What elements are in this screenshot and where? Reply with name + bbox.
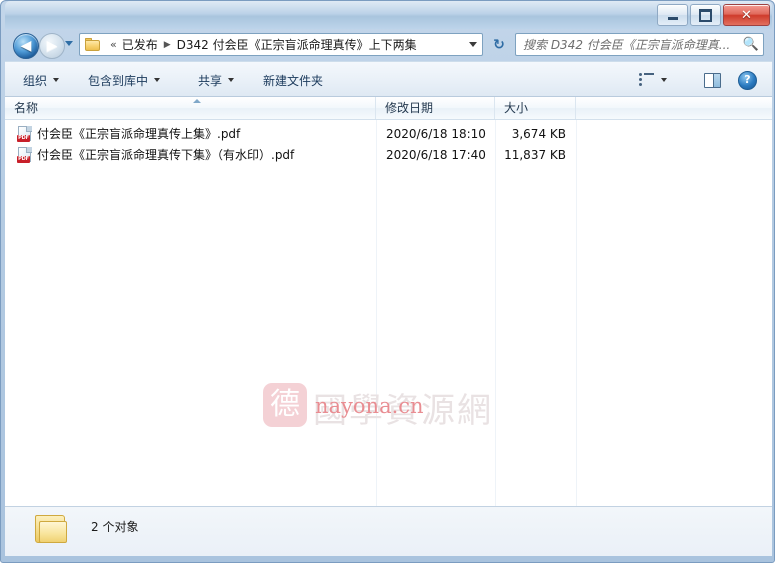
help-button[interactable]: ?: [738, 69, 757, 91]
folder-icon: [85, 37, 101, 52]
minimize-icon: [667, 16, 678, 20]
column-header-size[interactable]: 大小: [495, 97, 576, 119]
address-bar[interactable]: « 已发布 ▶ D342 付会臣《正宗盲派命理真传》上下两集: [79, 33, 483, 56]
file-name-label: 付会臣《正宗盲派命理真传上集》.pdf: [37, 127, 241, 141]
pdf-icon: PDF: [17, 146, 32, 163]
close-icon: ✕: [741, 7, 752, 23]
breadcrumb-separator-icon[interactable]: ▶: [158, 40, 177, 50]
refresh-button[interactable]: ↻: [489, 35, 509, 55]
toolbar-item-organize-label: 组织: [23, 73, 48, 88]
minimize-button[interactable]: [657, 4, 688, 26]
table-row[interactable]: PDF 付会臣《正宗盲派命理真传上集》.pdf 2020/6/18 18:10 …: [5, 123, 772, 144]
maximize-button[interactable]: [690, 4, 721, 26]
preview-pane-button[interactable]: [704, 69, 721, 91]
item-count-label: 2 个对象: [91, 520, 139, 534]
navigation-bar: ◀ ▶ « 已发布 ▶ D342 付会臣《正宗盲派命理真传》上下两集 ↻ 搜索 …: [5, 29, 772, 61]
pdf-badge-label: PDF: [17, 155, 30, 163]
chevron-down-icon: [154, 78, 161, 82]
column-header-date-modified[interactable]: 修改日期: [376, 97, 495, 119]
column-header-extra[interactable]: [576, 97, 772, 119]
toolbar-item-organize[interactable]: 组织: [19, 70, 63, 90]
toolbar-item-share[interactable]: 共享: [194, 70, 238, 90]
watermark: 德 國學資源網 nayona.cn: [263, 370, 523, 440]
pdf-badge-label: PDF: [17, 134, 30, 142]
title-bar[interactable]: ✕: [5, 1, 772, 29]
back-button[interactable]: ◀: [13, 33, 39, 59]
breadcrumb: « 已发布 ▶ D342 付会臣《正宗盲派命理真传》上下两集: [105, 36, 464, 53]
search-input[interactable]: 搜索 D342 付会臣《正宗盲派命理真...: [516, 36, 739, 53]
watermark-latin-label: nayona.cn: [315, 394, 424, 418]
file-size-cell: 3,674 KB: [511, 126, 566, 141]
column-divider: [576, 120, 577, 506]
file-list[interactable]: PDF 付会臣《正宗盲派命理真传上集》.pdf 2020/6/18 18:10 …: [5, 120, 772, 506]
back-arrow-icon: ◀: [20, 38, 32, 54]
command-toolbar: 组织 包含到库中 共享 新建文件夹 ?: [5, 61, 772, 97]
watermark-seal-icon: 德: [263, 383, 307, 427]
address-dropdown-button[interactable]: [464, 42, 482, 47]
file-name-label: 付会臣《正宗盲派命理真传下集》（有水印）.pdf: [37, 148, 295, 162]
breadcrumb-item-current[interactable]: D342 付会臣《正宗盲派命理真传》上下两集: [177, 36, 417, 53]
sort-ascending-icon: [193, 99, 201, 103]
column-header-name[interactable]: 名称: [5, 97, 376, 119]
folder-icon: [33, 513, 69, 545]
watermark-text: 國學資源網 nayona.cn: [313, 381, 523, 431]
chevron-down-icon: [469, 42, 477, 47]
chevron-down-icon: [661, 78, 667, 82]
recent-pages-chevron-down-icon[interactable]: [65, 41, 73, 46]
file-name-cell: PDF 付会臣《正宗盲派命理真传上集》.pdf: [5, 125, 376, 142]
maximize-icon: [699, 8, 712, 22]
toolbar-item-new-folder[interactable]: 新建文件夹: [259, 70, 327, 90]
view-list-icon: [639, 73, 655, 87]
window-frame-inner: ✕ ◀ ▶ « 已发布 ▶ D342 付会臣《正宗盲派命理真传》上下两集 ↻ 搜…: [5, 1, 772, 558]
column-divider: [376, 120, 377, 506]
watermark-chinese-label: 國學資源網: [313, 391, 493, 431]
toolbar-item-include-in-library[interactable]: 包含到库中: [84, 70, 164, 90]
table-row[interactable]: PDF 付会臣《正宗盲派命理真传下集》（有水印）.pdf 2020/6/18 1…: [5, 144, 772, 165]
toolbar-item-new-folder-label: 新建文件夹: [263, 73, 324, 88]
toolbar-item-include-in-library-label: 包含到库中: [88, 73, 149, 88]
preview-pane-icon: [704, 72, 721, 88]
forward-arrow-icon: ▶: [46, 38, 58, 54]
forward-button[interactable]: ▶: [39, 33, 65, 59]
chevron-down-icon: [228, 78, 235, 82]
breadcrumb-overflow[interactable]: «: [105, 38, 122, 51]
search-box[interactable]: 搜索 D342 付会臣《正宗盲派命理真... 🔍: [515, 33, 764, 56]
close-button[interactable]: ✕: [723, 4, 770, 26]
pdf-icon: PDF: [17, 125, 32, 142]
file-size-cell: 11,837 KB: [504, 147, 566, 162]
column-divider: [495, 120, 496, 506]
explorer-window: ✕ ◀ ▶ « 已发布 ▶ D342 付会臣《正宗盲派命理真传》上下两集 ↻ 搜…: [0, 0, 775, 563]
file-date-cell: 2020/6/18 17:40: [386, 147, 486, 162]
help-icon: ?: [738, 70, 757, 90]
toolbar-item-share-label: 共享: [198, 73, 223, 88]
file-date-cell: 2020/6/18 18:10: [386, 126, 486, 141]
view-options-button[interactable]: [639, 69, 667, 91]
status-bar: 2 个对象: [5, 506, 772, 556]
chevron-down-icon: [53, 78, 60, 82]
column-header-row: 名称 修改日期 大小: [5, 97, 772, 120]
breadcrumb-item-parent[interactable]: 已发布: [122, 36, 158, 53]
watermark-seal-char: 德: [270, 387, 300, 422]
window-controls: ✕: [657, 4, 770, 26]
search-icon[interactable]: 🔍: [739, 37, 763, 52]
file-name-cell: PDF 付会臣《正宗盲派命理真传下集》（有水印）.pdf: [5, 146, 376, 163]
